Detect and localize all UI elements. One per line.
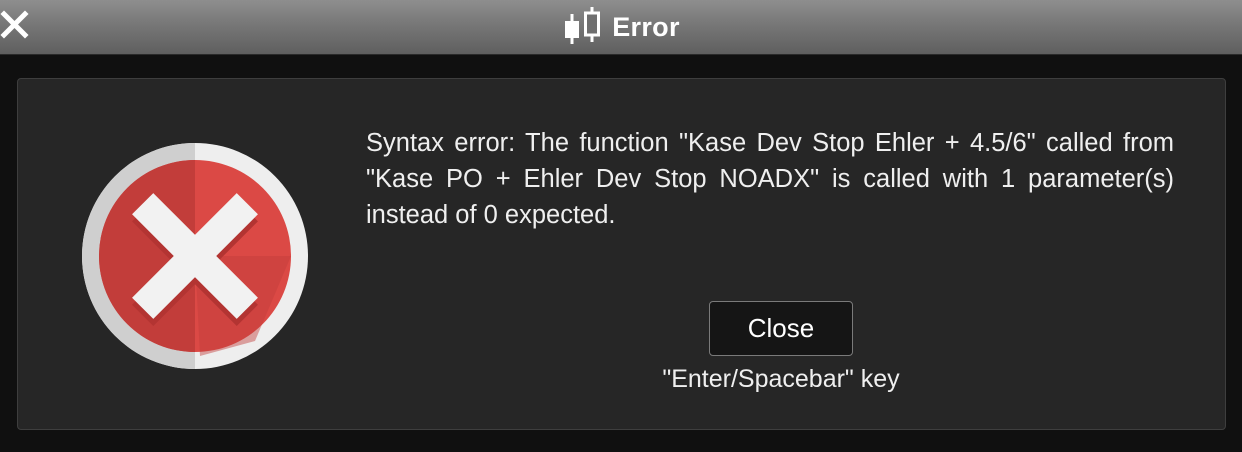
error-circle-x-icon	[80, 141, 310, 371]
window-title: Error	[612, 12, 680, 42]
dialog-panel: Syntax error: The function "Kase Dev Sto…	[17, 78, 1226, 430]
title-bar: Error	[0, 0, 1242, 55]
error-message: Syntax error: The function "Kase Dev Sto…	[366, 129, 1174, 229]
close-button[interactable]: Close	[709, 301, 853, 356]
candlestick-icon	[562, 4, 606, 51]
close-shortcut-hint: "Enter/Spacebar" key	[662, 365, 900, 393]
title-group: Error	[0, 0, 1242, 55]
error-window: Error Syntax error: The function "Kase D…	[0, 0, 1242, 452]
